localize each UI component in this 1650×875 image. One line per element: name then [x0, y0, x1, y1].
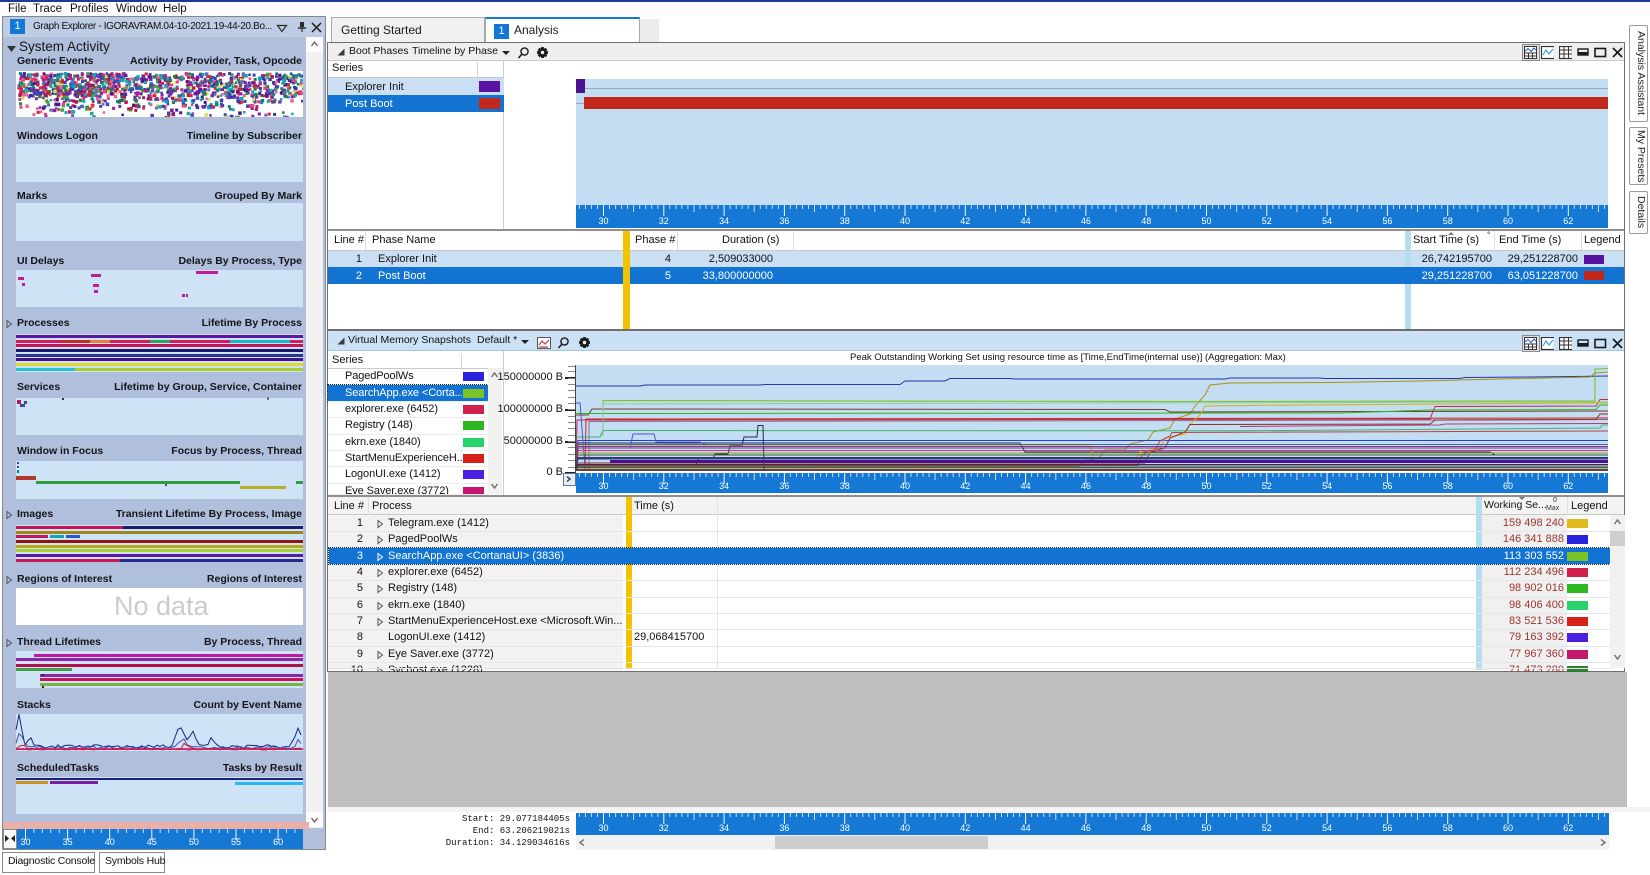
svg-text:34: 34 [719, 216, 729, 226]
svg-text:34: 34 [719, 823, 729, 833]
svg-text:38: 38 [840, 216, 850, 226]
svg-text:54: 54 [1322, 216, 1332, 226]
svg-text:44: 44 [1021, 216, 1031, 226]
svg-text:54: 54 [1322, 481, 1332, 491]
svg-text:56: 56 [1382, 481, 1392, 491]
svg-text:38: 38 [840, 481, 850, 491]
svg-text:48: 48 [1141, 823, 1151, 833]
svg-text:56: 56 [1382, 823, 1392, 833]
svg-text:40: 40 [900, 823, 910, 833]
svg-text:46: 46 [1081, 216, 1091, 226]
svg-text:58: 58 [1443, 823, 1453, 833]
svg-text:36: 36 [779, 481, 789, 491]
svg-text:40: 40 [900, 216, 910, 226]
svg-text:42: 42 [960, 216, 970, 226]
svg-text:52: 52 [1262, 216, 1272, 226]
svg-text:46: 46 [1081, 481, 1091, 491]
svg-text:62: 62 [1563, 216, 1573, 226]
svg-text:60: 60 [1503, 216, 1513, 226]
svg-text:40: 40 [900, 481, 910, 491]
svg-text:36: 36 [779, 216, 789, 226]
svg-text:62: 62 [1563, 481, 1573, 491]
svg-text:30: 30 [598, 216, 608, 226]
svg-text:58: 58 [1443, 216, 1453, 226]
svg-text:36: 36 [779, 823, 789, 833]
svg-text:48: 48 [1141, 481, 1151, 491]
svg-text:32: 32 [659, 823, 669, 833]
svg-text:60: 60 [1503, 481, 1513, 491]
svg-text:34: 34 [719, 481, 729, 491]
svg-text:48: 48 [1141, 216, 1151, 226]
svg-text:38: 38 [840, 823, 850, 833]
svg-text:50: 50 [189, 837, 199, 847]
svg-text:30: 30 [20, 837, 30, 847]
svg-text:44: 44 [1021, 823, 1031, 833]
svg-text:30: 30 [598, 823, 608, 833]
svg-text:42: 42 [960, 823, 970, 833]
svg-text:40: 40 [105, 837, 115, 847]
svg-text:55: 55 [231, 837, 241, 847]
svg-text:50: 50 [1201, 823, 1211, 833]
svg-text:46: 46 [1081, 823, 1091, 833]
svg-text:52: 52 [1262, 481, 1272, 491]
svg-text:58: 58 [1443, 481, 1453, 491]
svg-text:30: 30 [598, 481, 608, 491]
svg-text:32: 32 [659, 216, 669, 226]
svg-text:42: 42 [960, 481, 970, 491]
svg-text:44: 44 [1021, 481, 1031, 491]
svg-text:60: 60 [1503, 823, 1513, 833]
svg-text:45: 45 [147, 837, 157, 847]
svg-text:50: 50 [1201, 216, 1211, 226]
svg-text:35: 35 [63, 837, 73, 847]
svg-text:32: 32 [659, 481, 669, 491]
svg-text:62: 62 [1563, 823, 1573, 833]
svg-text:50: 50 [1201, 481, 1211, 491]
svg-text:56: 56 [1382, 216, 1392, 226]
svg-text:60: 60 [273, 837, 283, 847]
svg-text:52: 52 [1262, 823, 1272, 833]
svg-text:54: 54 [1322, 823, 1332, 833]
